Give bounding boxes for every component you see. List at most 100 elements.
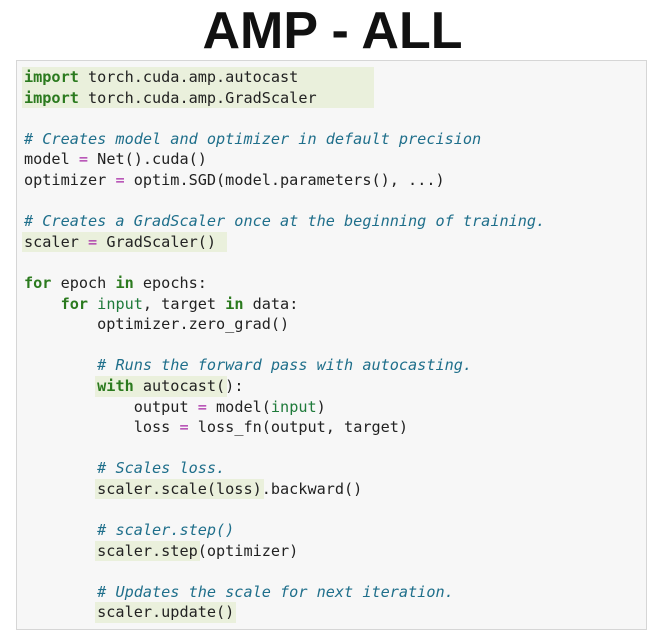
code-token: Net().cuda() (88, 150, 207, 169)
code-text: optimizer = optim.SGD(model.parameters()… (24, 171, 445, 189)
code-line: loss = loss_fn(output, target) (24, 417, 642, 438)
code-line (24, 438, 642, 459)
code-text: scaler = GradScaler() (24, 233, 216, 251)
code-line: import torch.cuda.amp.GradScaler (22, 87, 642, 109)
code-token: , target (142, 294, 226, 313)
code-token: optimizer (24, 170, 116, 189)
code-line: for epoch in epochs: (24, 273, 642, 294)
code-token: optim.SGD(model.parameters(), ...) (124, 170, 445, 189)
code-line: scaler.update() (24, 602, 642, 624)
code-line (24, 335, 642, 356)
slide-title: AMP - ALL (202, 2, 463, 60)
code-token: # Updates the scale for next iteration. (97, 582, 454, 601)
code-text: # Creates model and optimizer in default… (24, 130, 481, 148)
code-token: import (24, 88, 79, 107)
code-token: = (78, 150, 89, 169)
code-text: model = Net().cuda() (24, 150, 207, 168)
code-text: scaler.update() (24, 603, 234, 621)
code-lines: import torch.cuda.amp.autocast import tor… (22, 67, 642, 624)
code-token: scaler.scale(loss).backward() (24, 479, 363, 498)
code-token: model (24, 150, 79, 169)
code-text: with autocast(): (24, 377, 243, 395)
code-token: torch.cuda.amp.autocast (78, 68, 299, 86)
code-line (24, 252, 642, 273)
code-token: input (270, 397, 317, 416)
code-line: # scaler.step() (24, 520, 642, 541)
code-line: # Scales loss. (24, 458, 642, 479)
code-text: # Scales loss. (24, 459, 225, 477)
code-text: import torch.cuda.amp.autocast (24, 68, 298, 86)
code-text: for epoch in epochs: (24, 274, 207, 292)
code-token: scaler.update() (24, 603, 235, 622)
code-token: epochs: (133, 273, 207, 292)
code-text: # Updates the scale for next iteration. (24, 583, 454, 601)
code-text: import torch.cuda.amp.GradScaler (24, 89, 317, 107)
code-token: in (115, 273, 134, 292)
code-text: # Creates a GradScaler once at the begin… (24, 212, 545, 230)
code-token: GradScaler() (97, 232, 217, 251)
code-line: model = Net().cuda() (24, 149, 642, 170)
code-token: output (24, 397, 198, 416)
code-line: # Creates a GradScaler once at the begin… (24, 211, 642, 232)
code-line: # Updates the scale for next iteration. (24, 582, 642, 603)
code-line (24, 561, 642, 582)
code-token: scaler.step(optimizer) (24, 541, 299, 560)
code-token: loss_fn(output, target) (188, 418, 409, 437)
code-token: for (24, 273, 52, 292)
code-line: # Creates model and optimizer in default… (24, 129, 642, 150)
code-token: autocast(): (133, 376, 244, 395)
code-token: = (179, 418, 189, 437)
code-token: torch.cuda.amp.GradScaler (78, 88, 317, 107)
code-token: epoch (51, 273, 116, 292)
code-panel: import torch.cuda.amp.autocast import tor… (16, 60, 647, 630)
code-line: scaler = GradScaler() (22, 231, 642, 253)
code-line: optimizer = optim.SGD(model.parameters()… (24, 170, 642, 191)
code-line: import torch.cuda.amp.autocast (22, 67, 642, 88)
code-token: import (24, 68, 79, 86)
code-text: for input, target in data: (24, 294, 299, 313)
code-text: scaler.scale(loss).backward() (24, 480, 362, 498)
code-token: = (88, 232, 98, 251)
code-token: # Scales loss. (97, 459, 226, 478)
code-text: scaler.step(optimizer) (24, 542, 298, 560)
code-token: scaler (24, 232, 89, 251)
code-text: loss = loss_fn(output, target) (24, 418, 408, 436)
code-token: with (97, 376, 134, 395)
code-line: scaler.step(optimizer) (24, 540, 642, 562)
code-line: with autocast(): (24, 375, 642, 397)
code-token: = (115, 170, 125, 189)
code-token: input (97, 294, 143, 313)
code-text: optimizer.zero_grad() (24, 315, 289, 333)
code-text: # Runs the forward pass with autocasting… (24, 356, 472, 374)
code-token: = (197, 397, 207, 416)
code-line: scaler.scale(loss).backward() (24, 478, 642, 500)
code-line (24, 108, 642, 129)
code-token: # Runs the forward pass with autocasting… (97, 356, 473, 375)
code-token: in (225, 294, 244, 313)
code-token: optimizer.zero_grad() (24, 315, 290, 334)
code-text: output = model(input) (24, 398, 326, 416)
code-line: output = model(input) (24, 397, 642, 418)
code-line: optimizer.zero_grad() (24, 314, 642, 335)
code-token: for (60, 294, 89, 313)
code-line (24, 191, 642, 212)
code-token: ) (316, 397, 326, 416)
code-line: # Runs the forward pass with autocasting… (24, 355, 642, 376)
code-token: data: (243, 294, 299, 313)
code-line: for input, target in data: (24, 294, 642, 315)
code-token: # Creates model and optimizer in default… (24, 129, 482, 148)
code-token: loss (24, 418, 180, 437)
code-token: model( (206, 397, 271, 416)
